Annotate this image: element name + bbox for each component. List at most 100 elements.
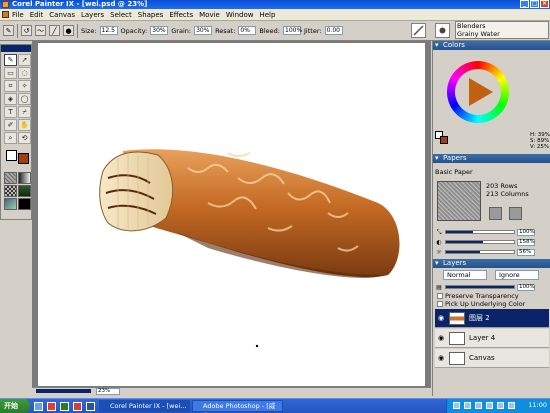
reset-tool-icon[interactable]: ↺ bbox=[21, 25, 32, 36]
brush-tool-icon[interactable]: ✎ bbox=[3, 25, 14, 36]
tray-icon[interactable] bbox=[453, 402, 460, 409]
brush-category-name[interactable]: Blenders bbox=[457, 22, 486, 30]
papers-panel-header[interactable]: Papers bbox=[433, 154, 550, 163]
paper-scale-slider[interactable] bbox=[445, 230, 515, 234]
grabber-icon[interactable]: ✋ bbox=[18, 119, 31, 131]
nozzle-selector-icon[interactable] bbox=[4, 198, 17, 210]
horizontal-scrollbar[interactable] bbox=[32, 387, 431, 396]
menu-layers[interactable]: Layers bbox=[81, 11, 104, 19]
preserve-transparency-checkbox[interactable] bbox=[437, 293, 443, 299]
layer-item[interactable]: ◉ Layer 4 bbox=[435, 329, 549, 348]
paper-brightness-field[interactable]: 56% bbox=[517, 248, 535, 256]
menu-file[interactable]: File bbox=[12, 11, 24, 19]
zoom-level-field[interactable]: 23% bbox=[96, 388, 120, 395]
paper-brightness-slider[interactable] bbox=[445, 250, 515, 254]
quick-launch-icon[interactable] bbox=[73, 402, 82, 411]
menu-help[interactable]: Help bbox=[259, 11, 275, 19]
resat-field[interactable]: 0% bbox=[238, 26, 257, 35]
minimize-button[interactable]: _ bbox=[520, 0, 529, 8]
layers-panel-header[interactable]: Layers bbox=[433, 259, 550, 268]
visibility-eye-icon[interactable]: ◉ bbox=[438, 314, 445, 322]
colors-panel-header[interactable]: Colors bbox=[433, 41, 550, 50]
layer-adjuster-icon[interactable]: ➚ bbox=[18, 54, 31, 66]
document-icon[interactable] bbox=[2, 11, 9, 18]
tray-icon[interactable] bbox=[486, 402, 493, 409]
look-selector-icon[interactable] bbox=[18, 198, 31, 210]
start-button[interactable]: 开始 bbox=[0, 399, 30, 413]
layer-item[interactable]: ◉ 图层 2 bbox=[435, 309, 549, 328]
visibility-eye-icon[interactable]: ◉ bbox=[438, 334, 445, 342]
magnifier-icon[interactable]: ⌕ bbox=[4, 132, 17, 144]
menu-edit[interactable]: Edit bbox=[30, 11, 44, 19]
magic-wand-icon[interactable]: ✧ bbox=[18, 80, 31, 92]
paper-options-button[interactable] bbox=[509, 207, 522, 220]
menu-movie[interactable]: Movie bbox=[199, 11, 220, 19]
close-button[interactable]: × bbox=[540, 0, 549, 8]
menu-select[interactable]: Select bbox=[110, 11, 132, 19]
straight-line-icon[interactable]: ╱ bbox=[49, 25, 60, 36]
layer-opacity-slider[interactable] bbox=[445, 285, 515, 289]
paint-bucket-icon[interactable]: ◈ bbox=[4, 93, 17, 105]
tray-icon[interactable] bbox=[464, 402, 471, 409]
additional-color-swatch[interactable] bbox=[18, 153, 29, 164]
rectangle-select-icon[interactable]: ▭ bbox=[4, 67, 17, 79]
gradient-selector-icon[interactable] bbox=[18, 172, 31, 184]
brush-variant-name[interactable]: Grainy Water bbox=[457, 30, 500, 38]
taskbar-painter-button[interactable]: Corel Painter IX - [wei... bbox=[99, 400, 190, 412]
menu-shapes[interactable]: Shapes bbox=[138, 11, 164, 19]
lasso-icon[interactable]: ◌ bbox=[18, 67, 31, 79]
toolbox-title-bar[interactable] bbox=[1, 45, 31, 52]
preserve-transparency-row[interactable]: Preserve Transparency bbox=[437, 292, 519, 300]
tray-icon[interactable] bbox=[475, 402, 482, 409]
pattern-selector-icon[interactable] bbox=[4, 185, 17, 197]
document-canvas[interactable] bbox=[38, 43, 425, 386]
quick-launch-icon[interactable] bbox=[60, 402, 69, 411]
show-desktop-icon[interactable] bbox=[34, 402, 43, 411]
layer-opacity-field[interactable]: 100% bbox=[517, 283, 535, 291]
shape-icon[interactable]: ◯ bbox=[18, 93, 31, 105]
maximize-button[interactable]: □ bbox=[530, 0, 539, 8]
brush-dab-icon[interactable]: ● bbox=[63, 25, 74, 36]
weave-selector-icon[interactable] bbox=[18, 185, 31, 197]
zoom-slider[interactable] bbox=[36, 389, 91, 393]
invert-paper-button[interactable] bbox=[489, 207, 502, 220]
system-clock[interactable]: 11:00 bbox=[528, 401, 547, 409]
size-field[interactable]: 12.5 bbox=[99, 26, 118, 35]
opacity-field[interactable]: 30% bbox=[150, 26, 169, 35]
main-color-swatch[interactable] bbox=[6, 150, 17, 161]
tray-icon[interactable] bbox=[497, 402, 504, 409]
layer-item[interactable]: ◉ Canvas bbox=[435, 349, 549, 368]
paper-scale-field[interactable]: 100% bbox=[517, 228, 535, 236]
crop-icon[interactable]: ⌗ bbox=[4, 80, 17, 92]
text-tool-icon[interactable]: T bbox=[4, 106, 17, 118]
brush-tool-icon[interactable]: ✎ bbox=[4, 54, 17, 66]
menu-window[interactable]: Window bbox=[226, 11, 254, 19]
paper-name[interactable]: Basic Paper bbox=[435, 168, 473, 176]
brush-category-thumb[interactable] bbox=[411, 23, 426, 38]
menu-canvas[interactable]: Canvas bbox=[49, 11, 75, 19]
paper-contrast-slider[interactable] bbox=[445, 240, 515, 244]
quick-launch-icon[interactable] bbox=[47, 402, 56, 411]
composite-method-select[interactable]: Normal bbox=[443, 270, 487, 280]
taskbar-photoshop-button[interactable]: Adobe Photoshop - [威化... bbox=[192, 400, 283, 413]
bleed-field[interactable]: 100% bbox=[283, 26, 302, 35]
menu-effects[interactable]: Effects bbox=[169, 11, 193, 19]
freehand-stroke-icon[interactable]: 〜 bbox=[35, 25, 46, 36]
brush-variant-thumb[interactable] bbox=[435, 23, 450, 38]
paper-contrast-field[interactable]: 158% bbox=[517, 238, 535, 246]
hue-ring[interactable] bbox=[447, 61, 509, 123]
rotate-page-icon[interactable]: ⟲ bbox=[18, 132, 31, 144]
eyedropper-icon[interactable]: ⌿ bbox=[18, 106, 31, 118]
paper-selector-icon[interactable] bbox=[4, 172, 17, 184]
additional-color-mini-swatch[interactable] bbox=[440, 136, 448, 144]
tray-icon[interactable] bbox=[508, 402, 515, 409]
quick-launch-icon[interactable] bbox=[86, 402, 95, 411]
jitter-field[interactable]: 0.00 bbox=[324, 26, 343, 35]
composite-depth-select[interactable]: Ignore bbox=[495, 270, 539, 280]
pick-up-color-checkbox[interactable] bbox=[437, 301, 443, 307]
visibility-eye-icon[interactable]: ◉ bbox=[438, 354, 445, 362]
saturation-value-triangle[interactable] bbox=[469, 78, 493, 106]
pick-up-color-row[interactable]: Pick Up Underlying Color bbox=[437, 300, 525, 308]
grain-field[interactable]: 30% bbox=[194, 26, 213, 35]
dropper-icon[interactable]: ✐ bbox=[4, 119, 17, 131]
